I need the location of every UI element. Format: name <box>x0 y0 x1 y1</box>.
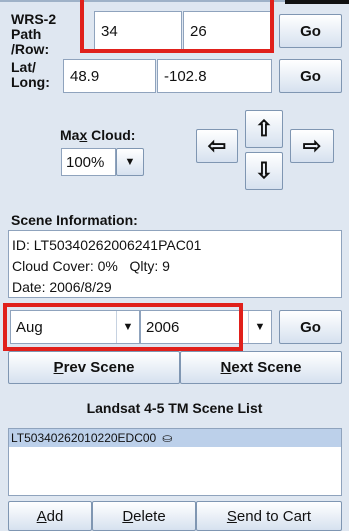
path-row-highlight <box>80 0 274 53</box>
longitude-input[interactable]: -102.8 <box>157 59 272 93</box>
arrow-right-icon: ⇨ <box>302 133 322 158</box>
scene-id-text: ID: LT50340262006241PAC01 <box>12 237 202 253</box>
down-arrow-button[interactable]: ⇩ <box>245 152 283 190</box>
next-scene-button[interactable]: Next Scene <box>180 351 342 384</box>
latitude-input[interactable]: 48.9 <box>63 59 156 93</box>
scene-info-box: ID: LT50340262006241PAC01 Cloud Cover: 0… <box>8 230 342 298</box>
arrow-left-icon: ⇦ <box>207 133 227 158</box>
scene-list[interactable]: LT50340262010220EDC00 ⛀ <box>8 428 342 496</box>
scene-list-item-id: LT50340262010220EDC00 <box>11 431 157 445</box>
max-cloud-label: Max Cloud: <box>60 127 136 143</box>
arrow-up-icon: ⇧ <box>254 116 274 141</box>
arrow-down-icon: ⇩ <box>254 158 274 183</box>
chevron-down-icon: ▼ <box>124 156 136 168</box>
left-arrow-button[interactable]: ⇦ <box>196 129 238 163</box>
scene-date-text: Date: 2006/8/29 <box>12 279 112 295</box>
latlong-go-button[interactable]: Go <box>279 59 342 93</box>
scene-info-label: Scene Information: <box>11 212 138 228</box>
prev-scene-button[interactable]: Prev Scene <box>8 351 180 384</box>
up-arrow-button[interactable]: ⇧ <box>245 110 283 148</box>
max-cloud-dropdown-button[interactable]: ▼ <box>116 148 144 176</box>
month-year-highlight <box>3 303 243 351</box>
list-item[interactable]: LT50340262010220EDC00 ⛀ <box>9 429 341 447</box>
latlong-label: Lat/ Long: <box>11 59 50 90</box>
date-go-button[interactable]: Go <box>279 310 342 344</box>
scene-cloud-text: Cloud Cover: 0% Qlty: 9 <box>12 258 170 274</box>
right-arrow-button[interactable]: ⇨ <box>290 129 334 163</box>
top-right-decoration <box>285 0 349 4</box>
chevron-down-icon: ▼ <box>248 311 271 343</box>
wrs-label: WRS-2 Path /Row: <box>11 11 57 57</box>
max-cloud-select[interactable]: 100% <box>61 148 116 176</box>
wrs-go-button[interactable]: Go <box>279 14 342 48</box>
lock-icon: ⛀ <box>162 431 173 445</box>
scene-list-title: Landsat 4-5 TM Scene List <box>86 400 263 416</box>
